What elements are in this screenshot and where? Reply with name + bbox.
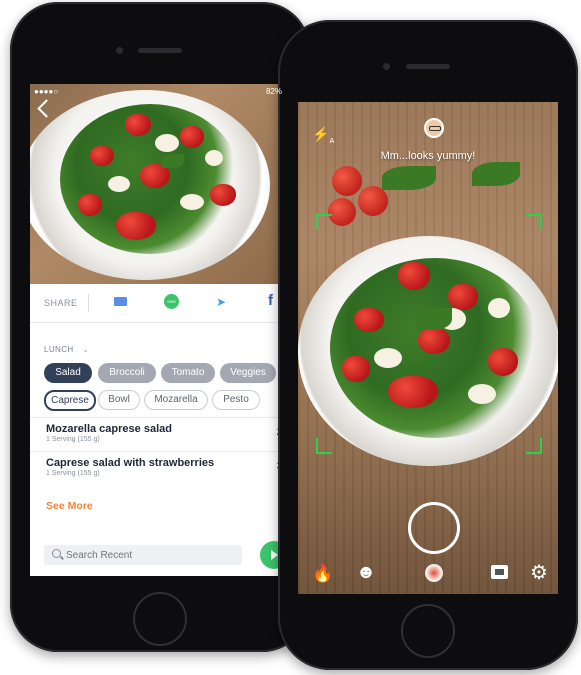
share-label: SHARE — [44, 298, 78, 308]
speaker-grille — [406, 64, 450, 69]
strawberry — [388, 376, 438, 408]
basil-leaf — [162, 154, 184, 168]
chip-tomato[interactable]: Tomato — [161, 363, 215, 383]
front-camera — [116, 47, 123, 54]
result-row[interactable]: Caprese salad with strawberries 1 Servin… — [30, 451, 288, 486]
strawberry — [448, 284, 478, 310]
assistant-caption: Mm...looks yummy! — [380, 150, 476, 162]
chip-broccoli[interactable]: Broccoli — [98, 363, 156, 383]
chip-caprese[interactable]: Caprese — [44, 390, 96, 411]
chevron-down-icon: ⌄ — [82, 345, 90, 354]
focus-corner — [526, 438, 542, 454]
food-detail-screen: ●●●●○ 82% SHARE SMS ➤ f LUNCH ⌄ Salad Br… — [30, 84, 288, 576]
strawberry — [78, 194, 102, 216]
basil-leaf — [416, 308, 452, 330]
mozzarella — [205, 150, 223, 166]
strawberry — [116, 212, 156, 240]
strawberry — [210, 184, 236, 206]
mozzarella — [108, 176, 130, 192]
focus-corner — [526, 214, 542, 230]
avatar-icon[interactable] — [424, 118, 444, 138]
strawberry — [342, 356, 370, 382]
basil-leaf — [382, 166, 436, 190]
mozzarella — [180, 194, 204, 210]
strawberry — [418, 328, 450, 354]
camera-screen: ⚡A Mm...looks yummy! 🔥 ☻ ⚙ — [298, 102, 558, 594]
gallery-icon[interactable] — [491, 565, 508, 579]
status-bar: ●●●●○ 82% — [30, 84, 288, 98]
strawberry — [354, 308, 384, 332]
focus-corner — [316, 438, 332, 454]
flash-auto-label: A — [329, 137, 335, 145]
search-recent-box[interactable] — [44, 545, 242, 565]
search-input[interactable] — [66, 547, 234, 563]
see-more-link[interactable]: See More — [46, 500, 93, 512]
meal-selector[interactable]: LUNCH ⌄ — [44, 345, 89, 354]
cherry-tomato — [328, 198, 356, 226]
share-row: SHARE SMS ➤ f — [30, 284, 288, 323]
mozzarella — [374, 348, 402, 368]
shutter-button[interactable] — [408, 502, 460, 554]
result-name: Caprese salad with strawberries — [46, 457, 215, 469]
left-phone: ●●●●○ 82% SHARE SMS ➤ f LUNCH ⌄ Salad Br… — [10, 2, 310, 652]
strawberry — [90, 146, 114, 166]
basil-leaf — [472, 162, 520, 186]
search-icon — [52, 549, 61, 558]
strawberry — [180, 126, 204, 148]
strawberry — [398, 262, 430, 290]
cherry-tomato — [358, 186, 388, 216]
right-phone: ⚡A Mm...looks yummy! 🔥 ☻ ⚙ — [278, 20, 578, 670]
front-camera — [383, 63, 390, 70]
result-name: Mozarella caprese salad — [46, 423, 172, 435]
mozzarella — [155, 134, 179, 152]
speaker-grille — [138, 48, 182, 53]
chip-pesto[interactable]: Pesto — [212, 390, 260, 410]
twitter-icon[interactable]: ➤ — [216, 295, 226, 309]
settings-icon[interactable]: ⚙ — [530, 560, 548, 585]
smiley-icon[interactable]: ☻ — [356, 562, 376, 584]
strawberry — [125, 114, 151, 136]
chip-bowl[interactable]: Bowl — [98, 390, 140, 410]
focus-corner — [316, 214, 332, 230]
home-button[interactable] — [133, 592, 187, 646]
signal-indicator: ●●●●○ — [34, 87, 59, 96]
sms-icon[interactable]: SMS — [164, 294, 179, 309]
result-serving: 1 Serving (155 g) — [46, 470, 100, 477]
food-photo — [30, 84, 288, 284]
fire-icon[interactable]: 🔥 — [312, 564, 333, 584]
chip-mozarella[interactable]: Mozarella — [144, 390, 208, 410]
facebook-icon[interactable]: f — [268, 292, 273, 309]
home-button[interactable] — [401, 604, 455, 658]
result-serving: 1 Serving (155 g) — [46, 436, 100, 443]
strawberry — [488, 348, 518, 376]
flash-icon[interactable]: ⚡A — [312, 126, 334, 145]
food-search-panel: LUNCH ⌄ Salad Broccoli Tomato Veggies Ca… — [30, 323, 288, 576]
chip-salad[interactable]: Salad — [44, 363, 92, 383]
chip-veggies[interactable]: Veggies — [220, 363, 276, 383]
divider — [88, 294, 89, 312]
last-photo-thumbnail[interactable] — [425, 564, 443, 582]
result-row[interactable]: Mozarella caprese salad 1 Serving (155 g… — [30, 417, 288, 452]
battery-indicator: 82% — [265, 87, 282, 96]
mozzarella — [488, 298, 510, 318]
mail-icon[interactable] — [114, 297, 127, 306]
meal-label: LUNCH — [44, 345, 74, 354]
mozzarella — [468, 384, 496, 404]
cherry-tomato — [332, 166, 362, 196]
